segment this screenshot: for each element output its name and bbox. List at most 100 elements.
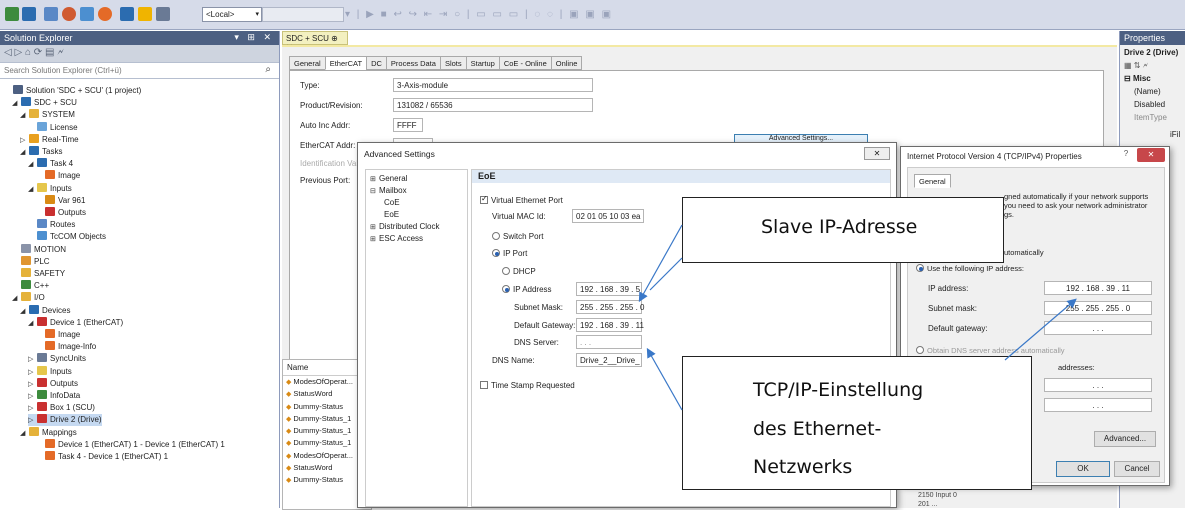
expander-icon[interactable]: ▷ [28,403,37,415]
property-pages-icon[interactable]: 🗲 [1143,61,1148,70]
tree-item[interactable]: ▷ Inputs [28,365,72,379]
dns-name-field[interactable]: Drive_2__Drive_ [576,353,642,367]
ip-address-field[interactable]: 192 . 168 . 39 . 5 [576,282,642,296]
tab-coe-online[interactable]: CoE - Online [498,56,552,70]
close-button[interactable]: ✕ [864,147,890,160]
expander-icon[interactable]: ◢ [28,318,37,330]
ip-address-radio[interactable]: IP Address [502,285,552,294]
tree-item[interactable]: SAFETY [12,268,65,280]
expander-icon[interactable]: ◢ [20,306,29,318]
toolbar-combo[interactable] [262,7,344,22]
forward-icon[interactable]: ▷ [14,47,22,58]
tab-startup[interactable]: Startup [465,56,500,70]
tab-process-data[interactable]: Process Data [385,56,441,70]
tab-general[interactable]: General [289,56,326,70]
dhcp-radio[interactable]: DHCP [502,267,536,276]
tree-item[interactable]: Solution 'SDC + SCU' (1 project) [4,85,141,97]
config-mode-icon[interactable] [44,7,58,21]
back-icon[interactable]: ◁ [4,47,12,58]
obtain-dns-radio[interactable]: Obtain DNS server address automatically [916,346,1065,355]
tab-dc[interactable]: DC [366,56,387,70]
tree-item[interactable]: ◢ Mappings [20,426,77,439]
tab-ethercat[interactable]: EtherCAT [324,56,368,70]
tree-item[interactable]: ◢ SYSTEM [20,109,75,121]
tree-item[interactable]: Device 1 (EtherCAT) 1 - Device 1 (EtherC… [36,438,225,451]
solution-search-input[interactable]: Search Solution Explorer (Ctrl+ü) ⌕ [0,63,279,79]
tree-eoe[interactable]: EoE [384,209,399,221]
tree-item[interactable]: TcCOM Objects [28,231,106,243]
toggle-icon[interactable] [120,7,134,21]
advanced-button[interactable]: Advanced... [1094,431,1156,447]
tab-sdc-scu[interactable]: SDC + SCU ⊕ ✕ [282,31,348,52]
properties-object[interactable]: Drive 2 (Drive) [1120,45,1185,58]
tree-item[interactable]: PLC [12,255,50,268]
tree-general[interactable]: ⊞ General [370,173,407,185]
help-button[interactable]: ? [1117,149,1135,161]
preferred-dns-field[interactable]: . . . [1044,378,1152,392]
expander-icon[interactable]: ▷ [28,367,37,379]
gateway-field[interactable]: . . . [1044,321,1152,335]
tab-slots[interactable]: Slots [439,56,467,70]
tree-item[interactable]: ◢ Devices [20,304,70,318]
expander-icon[interactable]: ◢ [20,110,29,122]
prop-itemtype[interactable]: ItemType [1120,110,1185,123]
collapse-icon[interactable]: ▤ [45,47,54,58]
close-button[interactable]: ✕ [1137,148,1165,162]
tree-mailbox[interactable]: ⊟ Mailbox [370,185,407,197]
tree-item[interactable]: C++ [12,280,49,292]
tree-item[interactable]: ◢ Tasks [20,146,62,158]
build-icon[interactable] [5,7,19,21]
subnet-field[interactable]: 255 . 255 . 255 . 0 [1044,301,1152,315]
expander-icon[interactable]: ◢ [12,293,21,305]
panel-controls-icon[interactable]: ▾ ⊞ ✕ [234,32,274,43]
tree-item[interactable]: Image [36,329,80,341]
expander-icon[interactable]: ▷ [28,415,37,427]
tree-item[interactable]: Routes [28,219,75,231]
mac-field[interactable]: 02 01 05 10 03 ea [572,209,644,223]
switch-port-radio[interactable]: Switch Port [492,232,543,241]
expander-icon[interactable]: ▷ [28,354,37,366]
tree-item[interactable]: ◢ SDC + SCU [12,97,77,109]
expander-icon[interactable]: ◢ [12,98,21,110]
tree-distributed-clock[interactable]: ⊞ Distributed Clock [370,221,439,233]
target-system-select[interactable]: <Local> ▾ [202,7,262,22]
use-following-radio[interactable]: Use the following IP address: [916,264,1024,273]
tree-item[interactable]: ▷ Real-Time [20,133,79,147]
tree-coe[interactable]: CoE [384,197,400,209]
tree-item[interactable]: ◢ I/O [12,292,45,304]
tree-esc-access[interactable]: ⊞ ESC Access [370,233,423,245]
tree-item[interactable]: Outputs [36,207,86,219]
expander-icon[interactable]: ▷ [28,379,37,391]
virtual-port-checkbox[interactable]: Virtual Ethernet Port [480,194,563,205]
tab-general[interactable]: General [914,174,951,188]
misc-section[interactable]: ⊟ Misc [1120,71,1185,84]
use-dns-radio[interactable]: addresses: [1058,363,1095,372]
tree-item[interactable]: License [28,121,78,134]
home-icon[interactable]: ⌂ [25,47,31,58]
cancel-button[interactable]: Cancel [1114,461,1160,477]
pin-icon[interactable]: ⊕ [331,34,338,43]
tree-item[interactable]: ▷ InfoData [28,390,80,402]
expander-icon[interactable]: ▷ [20,135,29,147]
alphabetical-icon[interactable]: ⇅ [1134,61,1141,70]
subnet-field[interactable]: 255 . 255 . 255 . 0 [576,300,645,314]
route-icon[interactable] [156,7,170,21]
prop-name[interactable]: (Name) [1120,84,1185,97]
target-icon[interactable] [98,7,112,21]
tree-item[interactable]: MOTION [12,243,66,256]
expander-icon[interactable]: ◢ [28,184,37,196]
prop-disabled[interactable]: Disabled [1120,97,1185,110]
tree-item[interactable]: ◢ Inputs [28,182,72,196]
dns-server-field[interactable]: . . . [576,335,642,349]
tree-item[interactable]: Image [36,170,80,182]
tree-item[interactable]: ◢ Task 4 [28,158,73,170]
run-icon[interactable] [138,7,152,21]
expander-icon[interactable]: ◢ [28,159,37,171]
ip-field[interactable]: 192 . 168 . 39 . 11 [1044,281,1152,295]
tab-online[interactable]: Online [550,56,583,70]
expander-icon[interactable]: ◢ [20,147,29,159]
tree-item[interactable]: Task 4 - Device 1 (EtherCAT) 1 [36,451,168,463]
scan-icon[interactable] [80,7,94,21]
timestamp-checkbox[interactable]: Time Stamp Requested [480,381,575,390]
tree-item[interactable]: Var 961 [36,194,85,207]
